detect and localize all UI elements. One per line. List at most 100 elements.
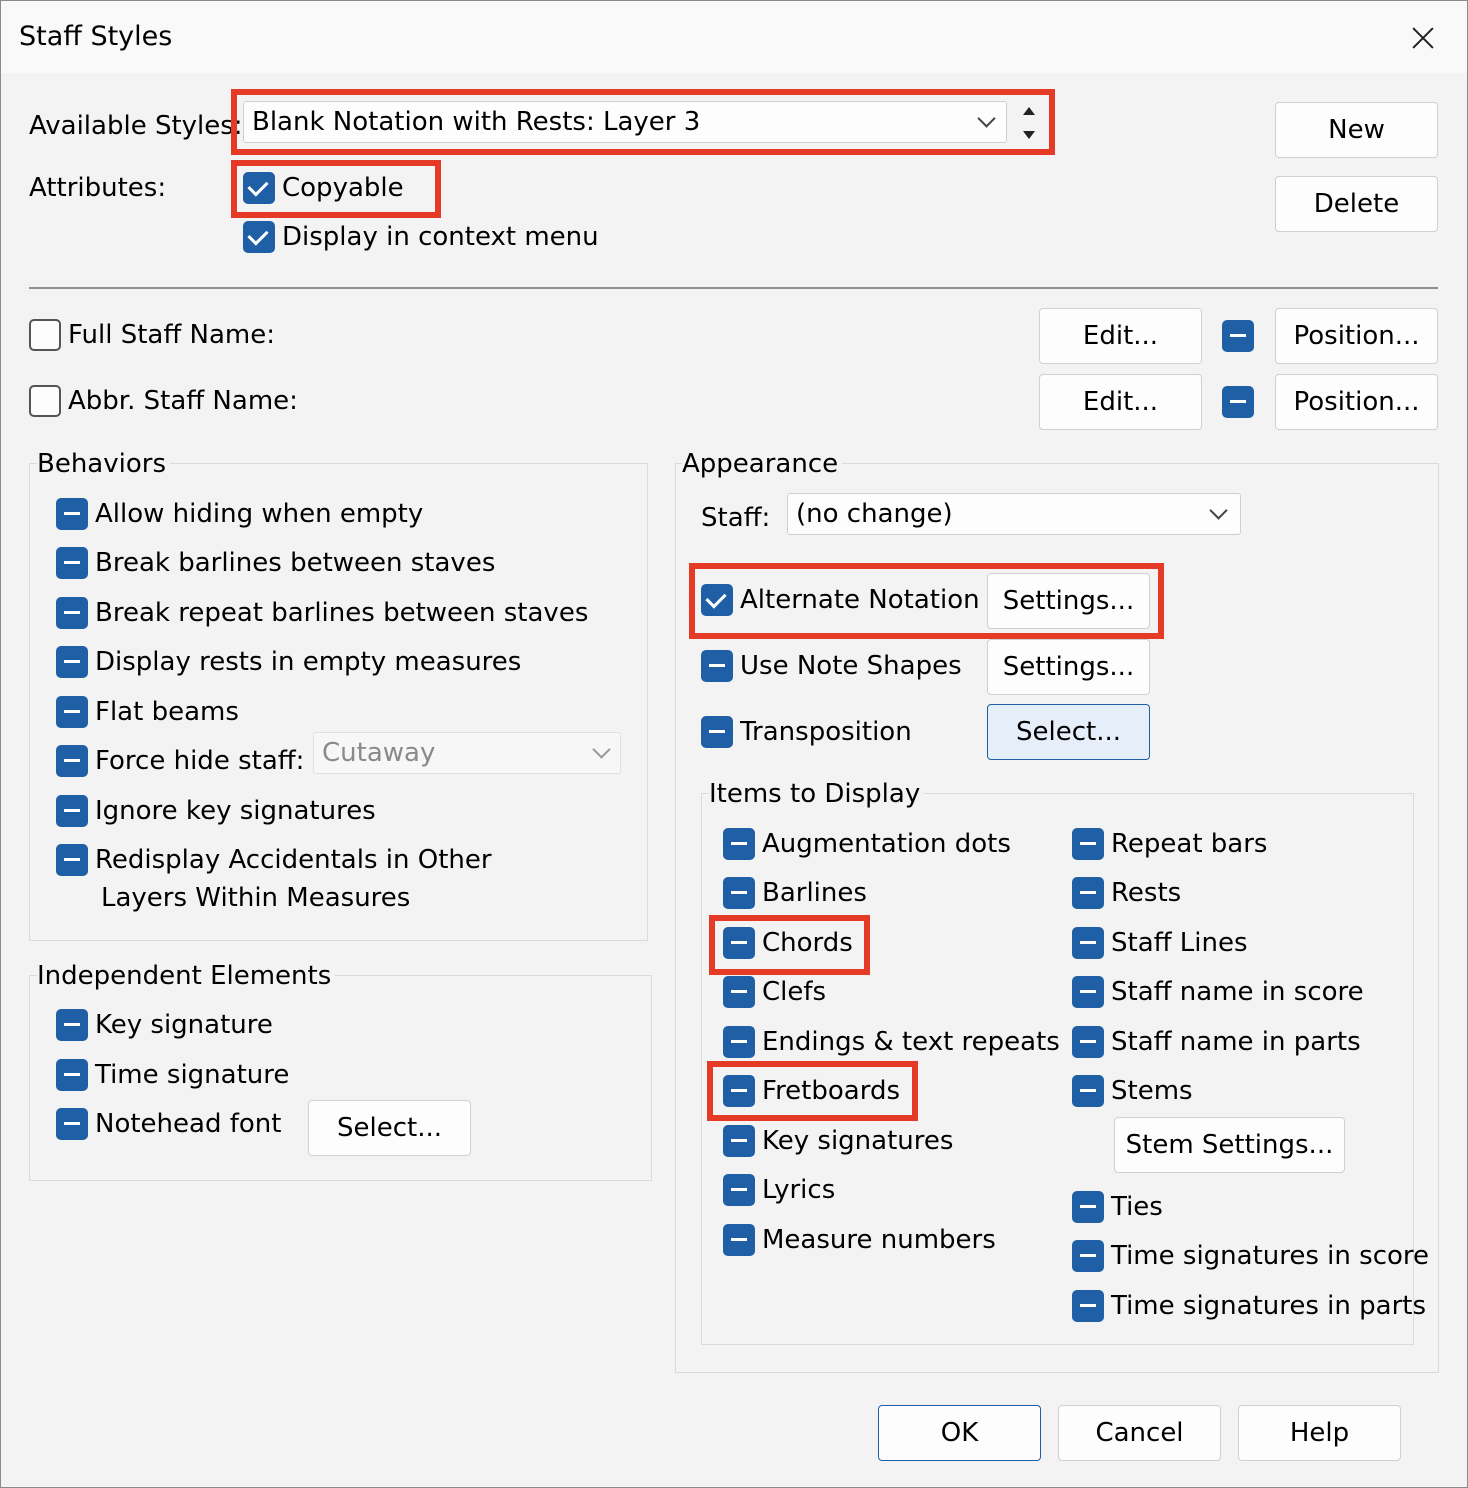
item-staff-lines[interactable]: Staff Lines — [1072, 927, 1248, 959]
note-shapes-settings-button[interactable]: Settings... — [987, 639, 1150, 695]
time-signature-checkbox[interactable]: Time signature — [56, 1059, 289, 1091]
checkbox-indeterminate-icon — [723, 976, 755, 1008]
item-label: Barlines — [762, 878, 867, 908]
attributes-label: Attributes: — [29, 173, 167, 203]
items-to-display-title: Items to Display — [709, 779, 925, 809]
full-staff-name-position-toggle[interactable] — [1222, 320, 1254, 352]
item-time-signatures-in-parts[interactable]: Time signatures in parts — [1072, 1290, 1426, 1322]
abbr-staff-name-position-toggle[interactable] — [1222, 386, 1254, 418]
checkbox-indeterminate-icon — [56, 1009, 88, 1041]
item-label: Endings & text repeats — [762, 1027, 1060, 1057]
item-label: Staff name in score — [1111, 977, 1364, 1007]
item-repeat-bars[interactable]: Repeat bars — [1072, 828, 1267, 860]
checkbox-indeterminate-icon — [56, 597, 88, 629]
abbr-staff-name-position-button[interactable]: Position... — [1275, 374, 1438, 430]
highlight-chords — [709, 915, 870, 975]
item-label: Repeat bars — [1111, 829, 1268, 859]
title-bar — [1, 1, 1467, 73]
use-note-shapes-checkbox[interactable]: Use Note Shapes — [701, 650, 962, 682]
item-key-signatures[interactable]: Key signatures — [723, 1125, 953, 1157]
checkbox-indeterminate-icon — [56, 547, 88, 579]
key-signature-checkbox[interactable]: Key signature — [56, 1009, 273, 1041]
checkbox-indeterminate-icon — [723, 1125, 755, 1157]
item-staff-name-in-parts[interactable]: Staff name in parts — [1072, 1026, 1361, 1058]
checkbox-indeterminate-icon — [1072, 828, 1104, 860]
dialog-title: Staff Styles — [19, 21, 173, 52]
independent-elements-title: Independent Elements — [37, 961, 336, 991]
item-label: Stems — [1111, 1076, 1193, 1106]
full-staff-name-position-button[interactable]: Position... — [1275, 308, 1438, 364]
break-repeat-barlines-label: Break repeat barlines between staves — [95, 598, 589, 628]
stem-settings-button[interactable]: Stem Settings... — [1114, 1117, 1345, 1173]
notehead-font-label: Notehead font — [95, 1109, 282, 1139]
item-label: Augmentation dots — [762, 829, 1011, 859]
checkbox-indeterminate-icon — [701, 650, 733, 682]
redisplay-accidentals-checkbox[interactable]: Redisplay Accidentals in Other — [56, 844, 492, 876]
highlight-available-styles — [231, 89, 1055, 155]
item-measure-numbers[interactable]: Measure numbers — [723, 1224, 996, 1256]
highlight-alternate-notation — [689, 563, 1164, 639]
abbr-staff-name-edit-button[interactable]: Edit... — [1039, 374, 1202, 430]
force-hide-staff-select[interactable]: Cutaway — [313, 732, 621, 774]
item-ties[interactable]: Ties — [1072, 1191, 1163, 1223]
help-button[interactable]: Help — [1238, 1405, 1401, 1461]
item-label: Time signatures in score — [1111, 1241, 1430, 1271]
checkbox-indeterminate-icon — [723, 1174, 755, 1206]
force-hide-staff-label: Force hide staff: — [95, 746, 305, 776]
item-stems[interactable]: Stems — [1072, 1075, 1193, 1107]
cancel-button[interactable]: Cancel — [1058, 1405, 1221, 1461]
new-button[interactable]: New — [1275, 102, 1438, 158]
checkbox-indeterminate-icon — [56, 498, 88, 530]
allow-hiding-checkbox[interactable]: Allow hiding when empty — [56, 498, 423, 530]
close-icon[interactable] — [1397, 15, 1449, 59]
item-staff-name-in-score[interactable]: Staff name in score — [1072, 976, 1364, 1008]
item-endings-text-repeats[interactable]: Endings & text repeats — [723, 1026, 1060, 1058]
ignore-key-signatures-checkbox[interactable]: Ignore key signatures — [56, 795, 376, 827]
checkbox-indeterminate-icon — [56, 795, 88, 827]
item-time-signatures-in-score[interactable]: Time signatures in score — [1072, 1240, 1429, 1272]
notehead-font-select-button[interactable]: Select... — [308, 1100, 471, 1156]
item-rests[interactable]: Rests — [1072, 877, 1181, 909]
break-repeat-barlines-checkbox[interactable]: Break repeat barlines between staves — [56, 597, 588, 629]
staff-select[interactable]: (no change) — [787, 493, 1241, 535]
checkbox-indeterminate-icon — [1072, 1026, 1104, 1058]
display-rests-checkbox[interactable]: Display rests in empty measures — [56, 646, 521, 678]
checkbox-indeterminate-icon — [1072, 976, 1104, 1008]
transposition-checkbox[interactable]: Transposition — [701, 716, 912, 748]
staff-styles-dialog: Staff Styles Available Styles: Blank Not… — [0, 0, 1468, 1488]
ok-button[interactable]: OK — [878, 1405, 1041, 1461]
separator — [29, 287, 1438, 289]
item-label: Clefs — [762, 977, 827, 1007]
flat-beams-label: Flat beams — [95, 697, 239, 727]
staff-label: Staff: — [701, 503, 771, 533]
force-hide-staff-checkbox[interactable]: Force hide staff: — [56, 745, 304, 777]
full-staff-name-edit-button[interactable]: Edit... — [1039, 308, 1202, 364]
chevron-down-icon — [1209, 501, 1228, 520]
checkbox-indeterminate-icon — [1072, 1191, 1104, 1223]
appearance-title: Appearance — [682, 449, 843, 479]
transposition-select-button[interactable]: Select... — [987, 704, 1150, 760]
flat-beams-checkbox[interactable]: Flat beams — [56, 696, 239, 728]
full-staff-name-checkbox[interactable]: Full Staff Name: — [29, 319, 275, 351]
display-context-menu-checkbox[interactable]: Display in context menu — [243, 221, 599, 253]
item-label: Key signatures — [762, 1126, 954, 1156]
item-lyrics[interactable]: Lyrics — [723, 1174, 835, 1206]
item-augmentation-dots[interactable]: Augmentation dots — [723, 828, 1011, 860]
checkbox-indeterminate-icon — [1072, 927, 1104, 959]
item-clefs[interactable]: Clefs — [723, 976, 826, 1008]
delete-button[interactable]: Delete — [1275, 176, 1438, 232]
checkbox-indeterminate-icon — [56, 745, 88, 777]
redisplay-accidentals-label-line2: Layers Within Measures — [101, 883, 411, 913]
checkbox-indeterminate-icon — [56, 646, 88, 678]
use-note-shapes-label: Use Note Shapes — [740, 651, 962, 681]
item-label: Staff Lines — [1111, 928, 1248, 958]
abbr-staff-name-label: Abbr. Staff Name: — [68, 386, 298, 416]
abbr-staff-name-checkbox[interactable]: Abbr. Staff Name: — [29, 385, 298, 417]
item-barlines[interactable]: Barlines — [723, 877, 867, 909]
display-rests-label: Display rests in empty measures — [95, 647, 522, 677]
checkbox-indeterminate-icon — [723, 877, 755, 909]
checkbox-indeterminate-icon — [1072, 1290, 1104, 1322]
notehead-font-checkbox[interactable]: Notehead font — [56, 1108, 281, 1140]
break-barlines-checkbox[interactable]: Break barlines between staves — [56, 547, 495, 579]
display-context-menu-label: Display in context menu — [282, 222, 599, 252]
